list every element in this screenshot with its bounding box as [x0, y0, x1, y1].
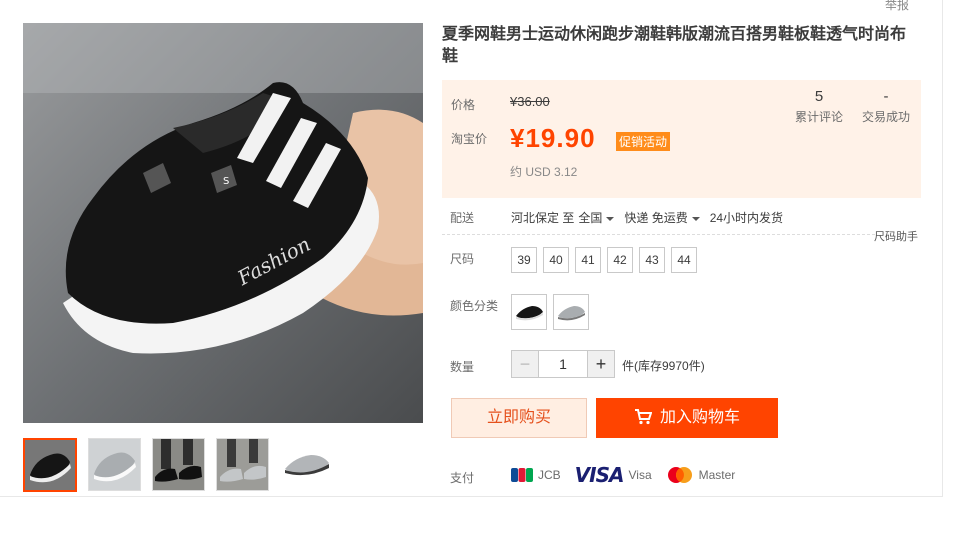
chevron-down-icon[interactable] [691, 216, 700, 221]
report-link[interactable]: 举报 [885, 0, 909, 13]
usd-price: 约 USD 3.12 [510, 165, 578, 179]
reviews-label: 累计评论 [795, 110, 844, 124]
thumb-shoe-grey-image [89, 439, 140, 490]
mastercard-logo-icon [667, 467, 692, 483]
shipping-info: 河北保定 至全国 快递 免运费 24小时内发货 [511, 209, 791, 226]
color-swatch-grey[interactable] [553, 294, 589, 330]
deals-label: 交易成功 [862, 110, 911, 124]
cart-icon [634, 409, 653, 425]
shipping-from: 河北保定 至 [511, 211, 575, 225]
decrease-quantity-button[interactable]: − [511, 350, 539, 378]
stock-text: 件(库存9970件) [622, 359, 705, 373]
buy-now-button[interactable]: 立即购买 [451, 398, 587, 438]
color-options [511, 294, 589, 330]
quantity-input[interactable]: 1 [539, 350, 587, 378]
color-label: 颜色分类 [450, 299, 499, 313]
size-option[interactable]: 40 [543, 247, 569, 273]
thumb-shoe-worn-image [153, 439, 204, 490]
jcb-label: JCB [538, 468, 561, 482]
thumb-shoe-side-image [281, 439, 332, 490]
svg-text:S: S [223, 176, 229, 187]
black-shoe-swatch-image [516, 306, 543, 321]
color-swatch-black[interactable] [511, 294, 547, 330]
price-panel: 价格 ¥36.00 淘宝价 ¥19.90 促销活动 约 USD 3.12 5 累… [442, 80, 921, 198]
dispatch-time: 24小时内发货 [709, 211, 784, 225]
reviews-stat[interactable]: 5 累计评论 [795, 88, 843, 125]
thumbnail-3[interactable] [152, 438, 205, 491]
size-option[interactable]: 41 [575, 247, 601, 273]
deals-count: - [883, 88, 889, 105]
shipping-method[interactable]: 快递 免运费 [624, 211, 687, 225]
jcb-logo-icon [511, 468, 533, 482]
size-options: 39 40 41 42 43 44 [511, 247, 697, 273]
shipping-label: 配送 [450, 211, 475, 225]
thumbnail-strip [23, 438, 333, 492]
product-title: 夏季网鞋男士运动休闲跑步潮鞋韩版潮流百搭男鞋板鞋透气时尚布鞋 [442, 26, 907, 65]
chevron-down-icon[interactable] [606, 216, 615, 221]
add-to-cart-button[interactable]: 加入购物车 [596, 398, 778, 438]
thumbnail-5[interactable] [280, 438, 333, 491]
size-helper-link[interactable]: 尺码助手 [874, 228, 918, 244]
thumb-shoe-grey-worn-image [217, 439, 268, 490]
payment-label: 支付 [450, 471, 475, 485]
quantity-stepper: − 1 + [511, 350, 615, 378]
visa-label: Visa [628, 468, 652, 482]
orig-price-label: 价格 [451, 98, 476, 112]
promo-badge[interactable]: 促销活动 [616, 132, 671, 151]
payment-methods: JCB VISA Visa Master [511, 463, 735, 487]
thumbnail-4[interactable] [216, 438, 269, 491]
size-option[interactable]: 42 [607, 247, 633, 273]
size-option[interactable]: 39 [511, 247, 537, 273]
reviews-count: 5 [814, 88, 824, 105]
thumb-shoe-black-image [25, 440, 75, 490]
quantity-label: 数量 [450, 360, 475, 374]
original-price: ¥36.00 [510, 94, 550, 109]
master-label: Master [698, 468, 736, 482]
main-product-image[interactable]: S Fashion [23, 23, 423, 423]
add-to-cart-label: 加入购物车 [659, 409, 740, 426]
size-label: 尺码 [450, 252, 475, 266]
increase-quantity-button[interactable]: + [587, 350, 615, 378]
size-option[interactable]: 43 [639, 247, 665, 273]
size-option[interactable]: 44 [671, 247, 697, 273]
promo-price: ¥19.90 [510, 123, 596, 153]
shoe-photo: S Fashion [23, 23, 423, 423]
deals-stat: - 交易成功 [862, 88, 910, 125]
visa-logo-icon: VISA [574, 463, 625, 487]
thumbnail-2[interactable] [88, 438, 141, 491]
thumbnail-1[interactable] [23, 438, 77, 492]
promo-price-label: 淘宝价 [451, 132, 488, 146]
grey-shoe-swatch-image [558, 306, 585, 321]
shipping-destination[interactable]: 全国 [578, 211, 602, 225]
divider [442, 234, 875, 235]
